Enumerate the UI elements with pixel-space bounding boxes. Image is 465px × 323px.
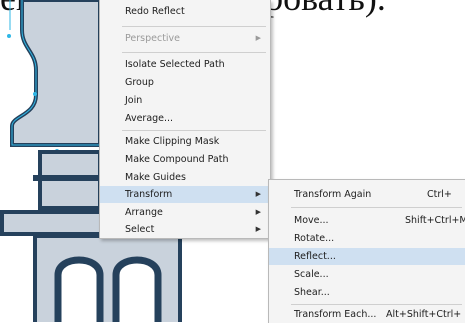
menu-separator [122,130,266,131]
menu-item-label: Reflect... [294,251,336,262]
menu-item-redo-reflect[interactable]: Redo Reflect [100,3,270,20]
submenu-item-scale[interactable]: Scale... [269,266,465,283]
tower-neck-band [33,175,103,181]
menu-item-label: Join [125,95,143,106]
menu-item-isolate-selected-path[interactable]: Isolate Selected Path [100,56,270,73]
menu-item-shortcut: Shift+Ctrl+M [405,215,465,226]
menu-item-label: Isolate Selected Path [125,59,225,70]
menu-separator [122,26,266,27]
menu-item-label: Transform [125,189,173,200]
menu-item-perspective[interactable]: Perspective ▶ [100,30,270,47]
submenu-arrow-icon: ▶ [255,190,261,198]
menu-item-label: Average... [125,113,174,124]
submenu-item-move[interactable]: Move... Shift+Ctrl+M [269,212,465,229]
menu-item-transform[interactable]: Transform ▶ [100,186,270,203]
submenu-item-transform-each[interactable]: Transform Each... Alt+Shift+Ctrl+ [269,306,465,323]
menu-item-label: Transform Each... [294,309,377,320]
menu-item-label: Make Guides [125,172,186,183]
submenu-item-shear[interactable]: Shear... [269,284,465,301]
menu-separator [291,304,462,305]
menu-item-join[interactable]: Join [100,92,270,109]
menu-item-label: Arrange [125,207,163,218]
menu-separator [122,52,266,53]
menu-item-label: Transform Again [294,189,372,200]
arch-window-left [54,256,104,322]
menu-item-label: Make Compound Path [125,154,229,165]
anchor-point[interactable] [33,92,37,96]
menu-item-arrange[interactable]: Arrange ▶ [100,204,270,221]
menu-item-label: Group [125,77,154,88]
menu-item-make-clipping-mask[interactable]: Make Clipping Mask [100,133,270,150]
menu-item-label: Scale... [294,269,329,280]
menu-separator [291,207,462,208]
menu-item-label: Move... [294,215,329,226]
menu-item-average[interactable]: Average... [100,110,270,127]
submenu-item-transform-again[interactable]: Transform Again Ctrl+ [269,186,465,203]
menu-item-label: Redo Reflect [125,6,185,17]
arch-window-right [112,256,162,322]
submenu-arrow-icon: ▶ [255,34,261,42]
anchor-point[interactable] [7,34,11,38]
submenu-arrow-icon: ▶ [255,225,261,233]
menu-item-label: Perspective [125,33,181,44]
tower-top-shape[interactable] [10,0,102,147]
menu-item-shortcut: Alt+Shift+Ctrl+ [386,309,462,320]
menu-item-shortcut: Ctrl+ [427,189,452,200]
menu-item-label: Shear... [294,287,330,298]
transform-submenu: Transform Again Ctrl+ Move... Shift+Ctrl… [268,179,465,323]
menu-item-label: Select [125,224,155,235]
menu-item-select[interactable]: Select ▶ [100,221,270,238]
submenu-arrow-icon: ▶ [255,208,261,216]
context-menu: Redo Reflect Perspective ▶ Isolate Selec… [99,0,271,239]
menu-item-label: Make Clipping Mask [125,136,220,147]
submenu-item-reflect[interactable]: Reflect... [269,248,465,265]
submenu-item-rotate[interactable]: Rotate... [269,230,465,247]
menu-item-make-guides[interactable]: Make Guides [100,169,270,186]
menu-item-label: Rotate... [294,233,335,244]
menu-item-make-compound-path[interactable]: Make Compound Path [100,151,270,168]
menu-item-group[interactable]: Group [100,74,270,91]
